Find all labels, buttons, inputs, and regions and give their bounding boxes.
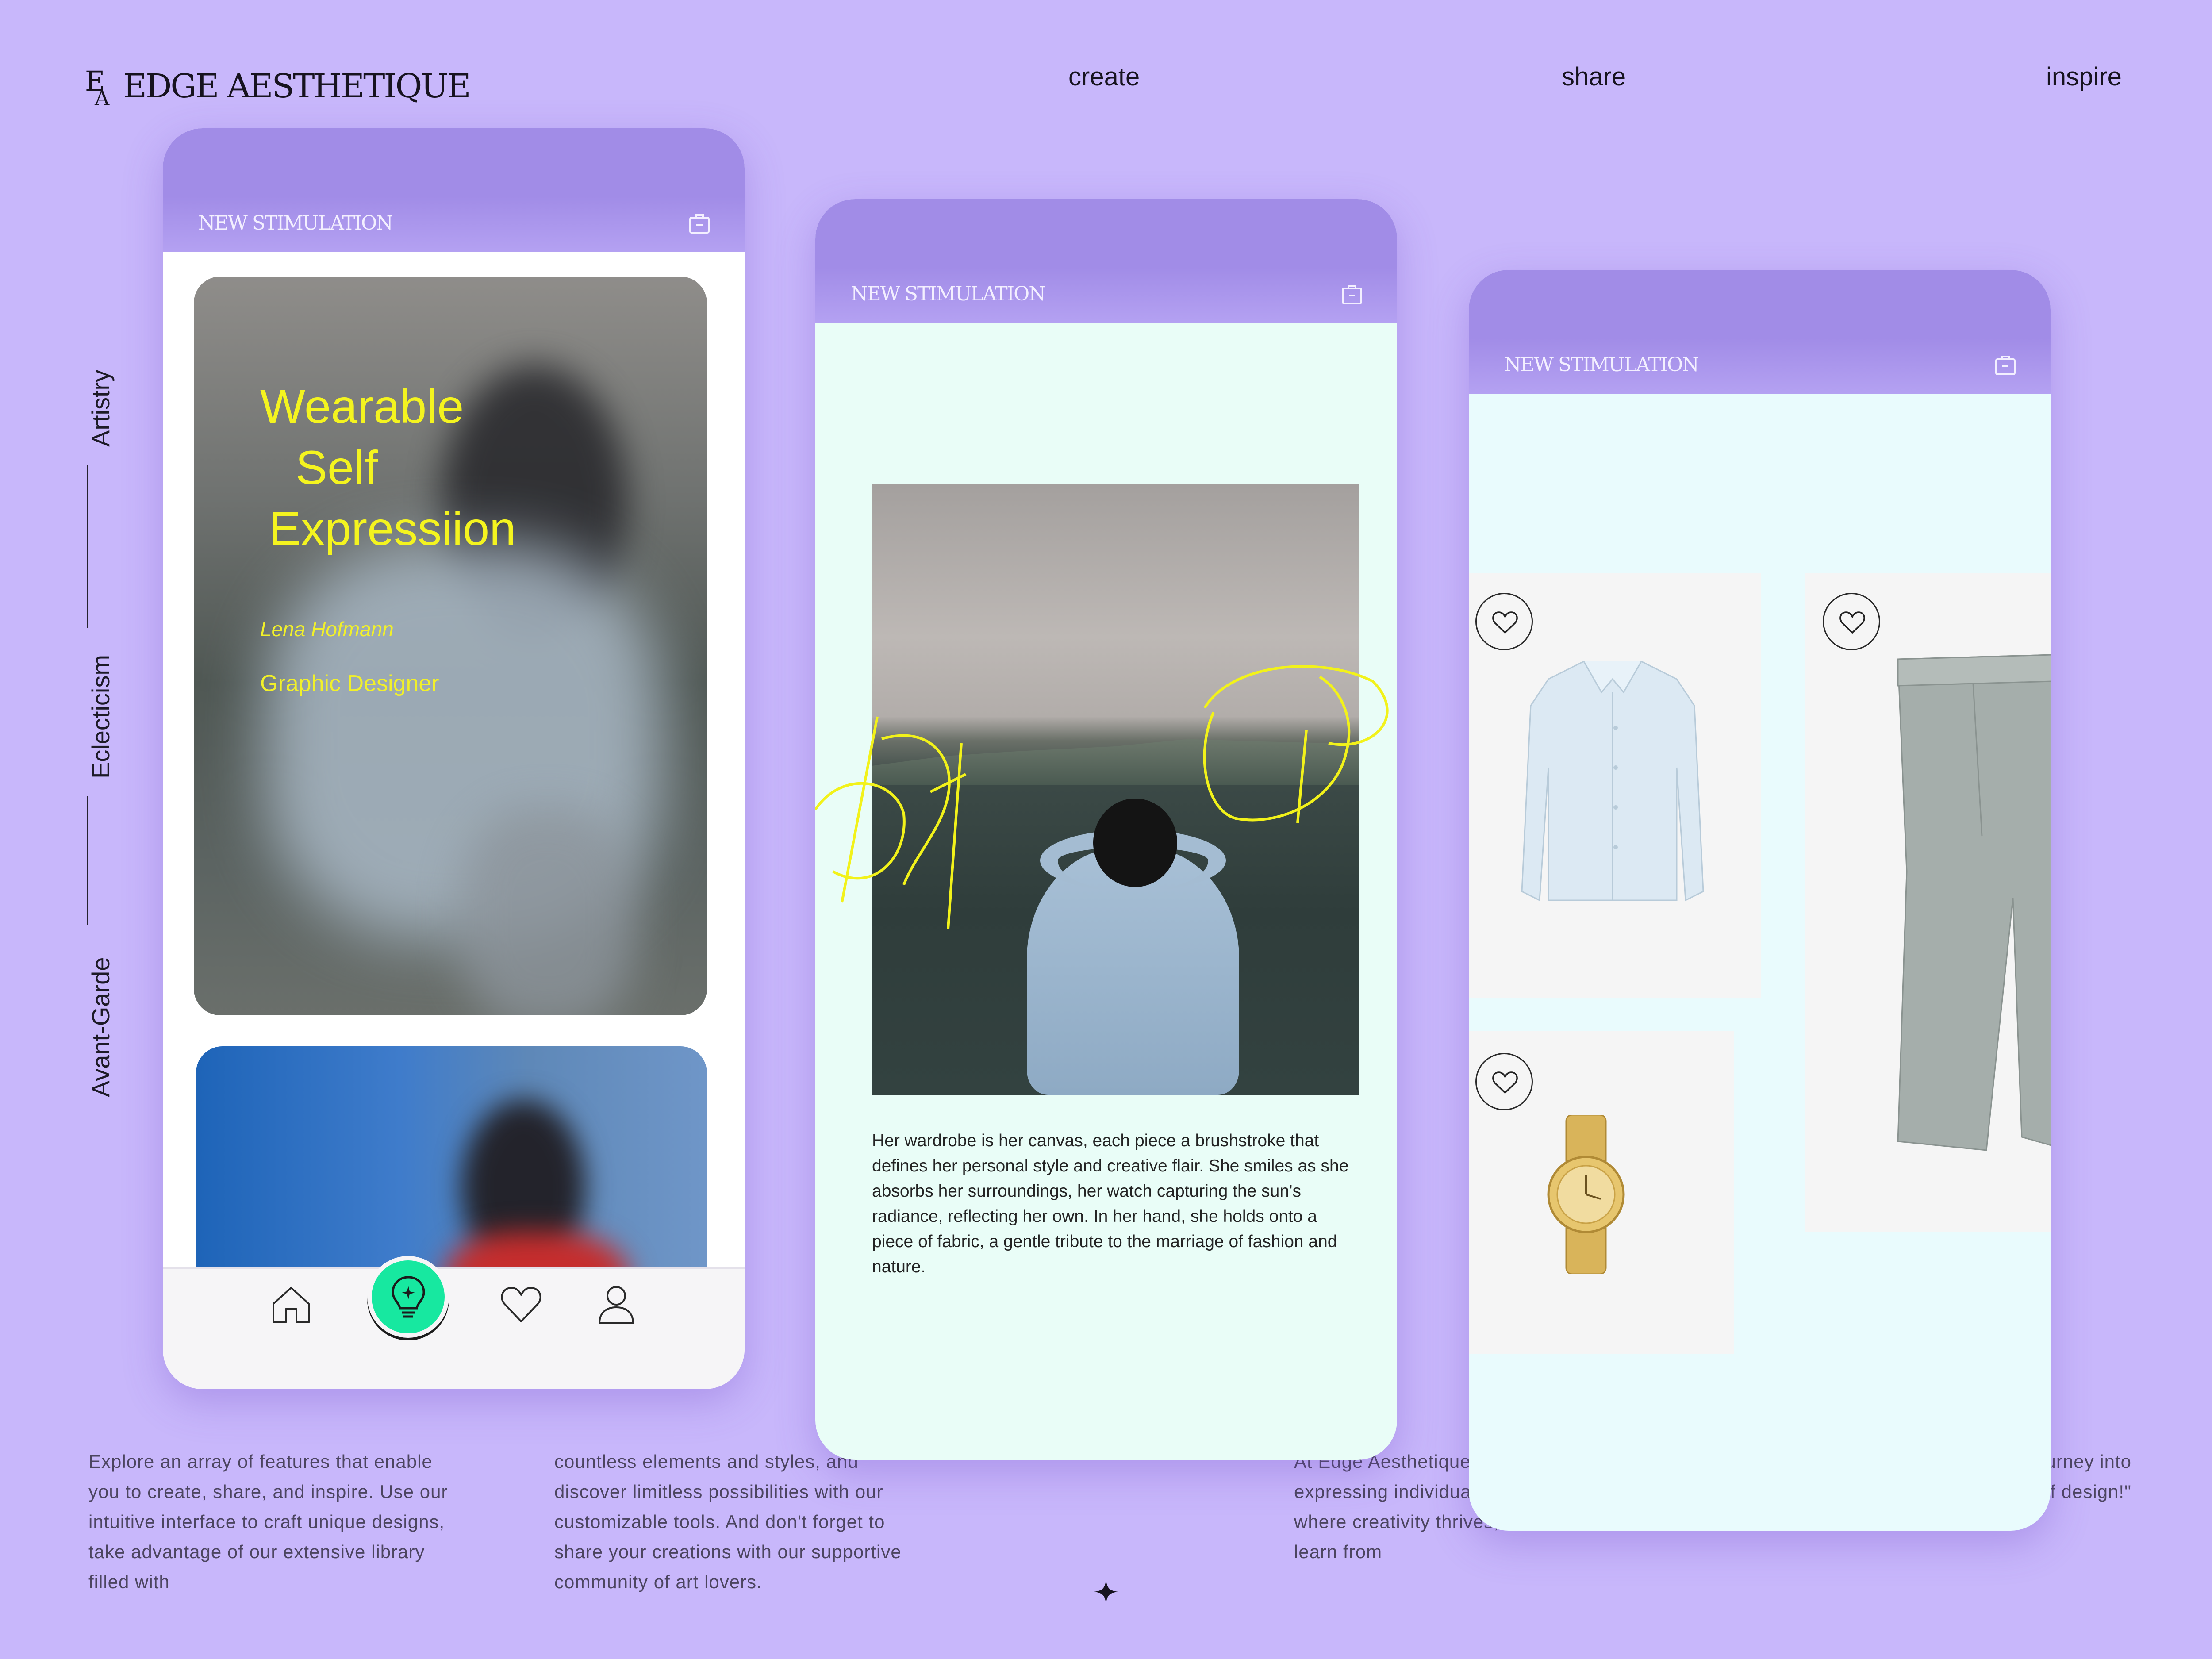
side-label-avant-garde: Avant-Garde <box>87 957 115 1097</box>
story-photo[interactable] <box>872 484 1359 1095</box>
app-header: NEW STIMULATION <box>815 199 1397 323</box>
monogram-icon: EA <box>84 64 115 110</box>
shirt-image <box>1521 661 1704 902</box>
hero-title: Wearable Self Expressiion <box>260 376 516 559</box>
heart-icon <box>1839 611 1865 634</box>
heart-icon <box>1492 1071 1518 1094</box>
jeans-image <box>1897 654 2051 1151</box>
favorite-button[interactable] <box>1475 593 1533 650</box>
phone-screen-profile: NEW STIMULATION Wearable Self Expressiio… <box>163 128 745 1389</box>
header-title: NEW STIMULATION <box>198 212 393 234</box>
hero-title-line: Self <box>296 441 378 494</box>
app-header: NEW STIMULATION <box>1469 270 2051 394</box>
intro-paragraph-2: countless elements and styles, and disco… <box>554 1451 902 1592</box>
side-divider <box>87 796 88 925</box>
watch-image <box>1547 1115 1625 1274</box>
side-divider <box>87 465 88 628</box>
lightbulb-button[interactable] <box>367 1256 449 1338</box>
hero-photo-blur <box>459 807 636 1015</box>
side-label-artistry: Artistry <box>87 369 115 447</box>
sparkle-icon <box>1094 1579 1118 1604</box>
shopping-bag-icon[interactable] <box>687 211 711 235</box>
intro-paragraph-1: Explore an array of features that enable… <box>88 1451 448 1592</box>
hero-title-line: Wearable <box>260 380 464 433</box>
shopping-bag-icon[interactable] <box>1993 353 2017 377</box>
bottom-tab-bar <box>163 1256 745 1389</box>
brand-name: EDGE AESTHETIQUE <box>123 67 471 105</box>
product-card-watch[interactable] <box>1469 1031 1734 1354</box>
photo-person-head <box>1093 799 1177 887</box>
header-title: NEW STIMULATION <box>851 283 1046 305</box>
app-header: NEW STIMULATION <box>163 128 745 252</box>
home-icon[interactable] <box>269 1283 313 1327</box>
brand-logo[interactable]: EA EDGE AESTHETIQUE <box>84 62 471 111</box>
product-card-shirt[interactable] <box>1469 573 1761 998</box>
heart-icon <box>1492 611 1518 634</box>
shopping-bag-icon[interactable] <box>1340 282 1364 306</box>
nav-share[interactable]: share <box>1562 62 1626 92</box>
photo-hillside <box>872 739 1359 785</box>
product-card-jeans[interactable] <box>1805 573 2051 1232</box>
favorite-button[interactable] <box>1823 593 1880 650</box>
phone-screen-products: NEW STIMULATION <box>1469 270 2051 1531</box>
designer-role: Graphic Designer <box>260 671 439 696</box>
hero-title-line: Expressiion <box>269 502 516 555</box>
designer-name: Lena Hofmann <box>260 618 394 641</box>
heart-icon[interactable] <box>499 1283 543 1327</box>
hero-card[interactable]: Wearable Self Expressiion Lena Hofmann G… <box>194 276 707 1015</box>
lightbulb-icon <box>392 1276 425 1318</box>
header-title: NEW STIMULATION <box>1504 353 1699 376</box>
nav-inspire[interactable]: inspire <box>2046 62 2122 92</box>
story-caption: Her wardrobe is her canvas, each piece a… <box>872 1131 1349 1276</box>
svg-text:A: A <box>94 86 110 108</box>
nav-create[interactable]: create <box>1068 62 1140 92</box>
favorite-button[interactable] <box>1475 1053 1533 1110</box>
side-label-eclecticism: Eclecticism <box>87 654 115 779</box>
user-icon[interactable] <box>594 1283 638 1327</box>
phone-screen-story: NEW STIMULATION Her wardrobe is her canv… <box>815 199 1397 1460</box>
